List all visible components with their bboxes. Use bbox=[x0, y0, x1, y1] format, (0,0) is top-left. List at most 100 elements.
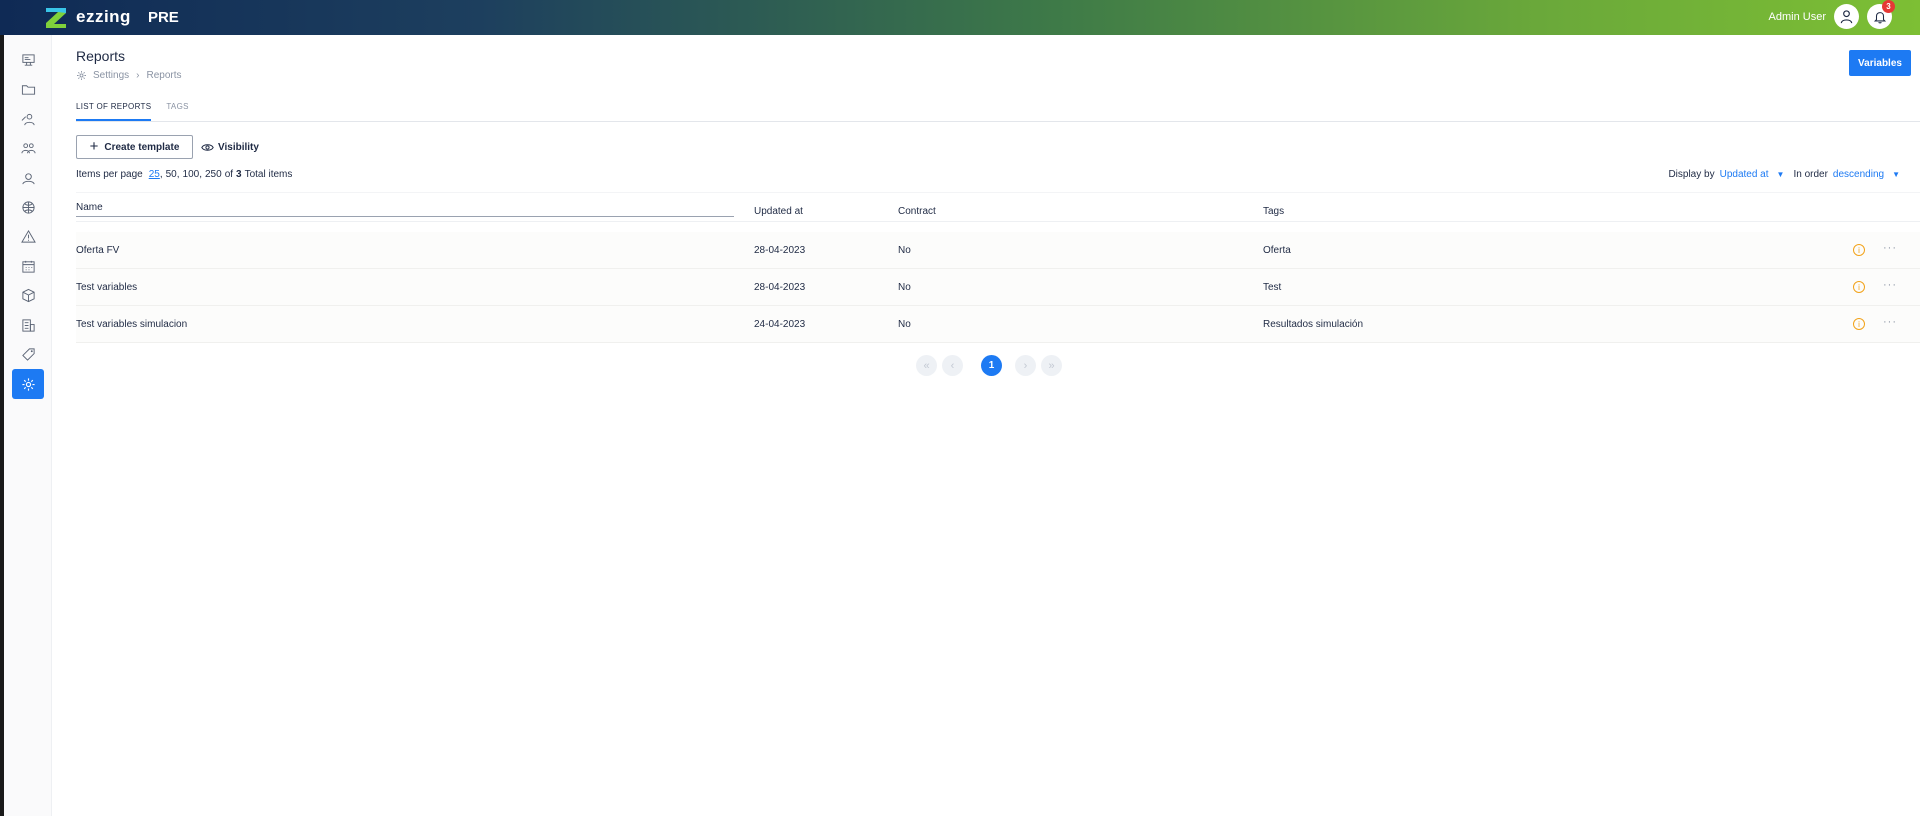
breadcrumb-reports: Reports bbox=[146, 70, 182, 81]
previous-page-icon[interactable]: ‹ bbox=[942, 355, 963, 376]
folder-icon bbox=[21, 84, 35, 95]
order-select[interactable]: descending bbox=[1833, 169, 1884, 180]
sidebar-item-users[interactable] bbox=[12, 104, 44, 134]
clients-icon bbox=[21, 172, 35, 184]
tab-tags[interactable]: TAGS bbox=[166, 102, 188, 121]
dashboard-icon bbox=[21, 53, 35, 66]
pagination: « ‹ 1 › » bbox=[916, 355, 1067, 376]
info-icon[interactable]: i bbox=[1853, 318, 1865, 330]
breadcrumb-separator-icon: › bbox=[136, 70, 140, 81]
building-icon bbox=[21, 318, 35, 332]
alert-icon bbox=[20, 229, 36, 243]
order-label: In order bbox=[1793, 169, 1828, 180]
sidebar-item-globe[interactable] bbox=[12, 192, 44, 222]
row-contract: No bbox=[898, 282, 911, 293]
sidebar-item-clients[interactable] bbox=[12, 163, 44, 193]
ezzing-logo-icon bbox=[46, 8, 66, 28]
top-bar: ezzing PRE Admin User 3 bbox=[0, 0, 1920, 35]
sidebar-item-buildings[interactable] bbox=[12, 310, 44, 340]
page-title: Reports bbox=[76, 48, 126, 64]
row-updated-at: 24-04-2023 bbox=[754, 319, 806, 330]
environment-label: PRE bbox=[147, 8, 179, 26]
total-items-count: 3 bbox=[236, 169, 242, 180]
sidebar bbox=[4, 35, 52, 816]
per-page-option-50[interactable]: 50, bbox=[166, 169, 180, 180]
sidebar-item-folder[interactable] bbox=[12, 74, 44, 104]
tab-list-of-reports[interactable]: LIST OF REPORTS bbox=[76, 102, 152, 121]
sort-controls: Display by Updated at ▼ In order descend… bbox=[1668, 169, 1900, 180]
table-row[interactable]: Test variables simulacion 24-04-2023 No … bbox=[76, 306, 1920, 343]
info-icon[interactable]: i bbox=[1853, 281, 1865, 293]
per-page-option-25[interactable]: 25 bbox=[149, 169, 160, 180]
row-tags: Oferta bbox=[1263, 245, 1291, 256]
create-template-label: Create template bbox=[104, 141, 180, 153]
notifications-button[interactable]: 3 bbox=[1867, 0, 1895, 29]
column-updated-at[interactable]: Updated at bbox=[754, 206, 803, 217]
more-options-icon[interactable]: ··· bbox=[1883, 316, 1897, 328]
row-name[interactable]: Test variables simulacion bbox=[76, 319, 187, 330]
globe-icon bbox=[21, 200, 35, 214]
settings-icon bbox=[21, 377, 35, 391]
user-name[interactable]: Admin User bbox=[1769, 11, 1826, 23]
sidebar-item-calendar[interactable] bbox=[12, 251, 44, 281]
total-items-label: Total items bbox=[244, 169, 293, 180]
row-updated-at: 28-04-2023 bbox=[754, 282, 806, 293]
visibility-button[interactable]: Visibility bbox=[201, 135, 259, 159]
column-tags[interactable]: Tags bbox=[1263, 206, 1284, 217]
table-row[interactable]: Oferta FV 28-04-2023 No Oferta i ··· bbox=[76, 232, 1920, 269]
sidebar-item-team[interactable] bbox=[12, 133, 44, 163]
row-tags: Test bbox=[1263, 282, 1282, 293]
display-by-select[interactable]: Updated at bbox=[1720, 169, 1769, 180]
sidebar-item-products[interactable] bbox=[12, 280, 44, 310]
per-page-option-100[interactable]: 100, bbox=[183, 169, 202, 180]
sidebar-item-dashboard[interactable] bbox=[12, 45, 44, 75]
chevron-down-icon[interactable]: ▼ bbox=[1777, 170, 1785, 179]
items-per-page: Items per page 25, 50, 100, 250 of 3 Tot… bbox=[76, 169, 293, 180]
brand-name: ezzing bbox=[76, 7, 131, 26]
chevron-down-icon[interactable]: ▼ bbox=[1892, 170, 1900, 179]
sidebar-item-tags[interactable] bbox=[12, 339, 44, 369]
items-per-page-label: Items per page bbox=[76, 169, 143, 180]
more-options-icon[interactable]: ··· bbox=[1883, 279, 1897, 291]
breadcrumb-settings[interactable]: Settings bbox=[93, 70, 129, 81]
box-icon bbox=[21, 288, 35, 302]
row-contract: No bbox=[898, 245, 911, 256]
row-updated-at: 28-04-2023 bbox=[754, 245, 806, 256]
sidebar-item-settings[interactable] bbox=[12, 369, 44, 399]
last-page-icon[interactable]: » bbox=[1041, 355, 1062, 376]
variables-button[interactable]: Variables bbox=[1849, 50, 1911, 76]
user-area: Admin User 3 bbox=[1769, 0, 1895, 29]
tag-icon bbox=[21, 347, 35, 361]
logo[interactable]: ezzing PRE bbox=[44, 5, 179, 29]
more-options-icon[interactable]: ··· bbox=[1883, 242, 1897, 254]
table-row[interactable]: Test variables 28-04-2023 No Test i ··· bbox=[76, 269, 1920, 306]
notification-count-badge: 3 bbox=[1882, 0, 1895, 13]
user-icon bbox=[1840, 10, 1853, 24]
tabs: LIST OF REPORTS TAGS bbox=[76, 102, 204, 121]
visibility-label: Visibility bbox=[218, 141, 259, 153]
next-page-icon[interactable]: › bbox=[1015, 355, 1036, 376]
row-name[interactable]: Oferta FV bbox=[76, 245, 119, 256]
column-contract[interactable]: Contract bbox=[898, 206, 936, 217]
breadcrumb: Settings › Reports bbox=[76, 70, 182, 81]
calendar-icon bbox=[21, 260, 35, 273]
user-avatar[interactable] bbox=[1834, 4, 1859, 29]
plus-icon: + bbox=[89, 138, 99, 155]
row-contract: No bbox=[898, 319, 911, 330]
column-name[interactable]: Name bbox=[76, 202, 734, 217]
first-page-icon[interactable]: « bbox=[916, 355, 937, 376]
sidebar-item-alerts[interactable] bbox=[12, 221, 44, 251]
eye-icon bbox=[201, 143, 214, 151]
row-name[interactable]: Test variables bbox=[76, 282, 137, 293]
display-by-label: Display by bbox=[1668, 169, 1715, 180]
tabs-divider bbox=[76, 121, 1920, 122]
settings-icon bbox=[77, 71, 86, 80]
info-icon[interactable]: i bbox=[1853, 244, 1865, 256]
per-page-option-250[interactable]: 250 bbox=[205, 169, 222, 180]
table-header: Name Updated at Contract Tags bbox=[76, 192, 1920, 222]
users-icon bbox=[21, 113, 35, 125]
page-button-current[interactable]: 1 bbox=[981, 355, 1002, 376]
create-template-button[interactable]: + Create template bbox=[76, 135, 193, 159]
main-content: Reports Settings › Reports Variables LIS… bbox=[52, 35, 1920, 816]
of-label: of bbox=[224, 169, 234, 180]
